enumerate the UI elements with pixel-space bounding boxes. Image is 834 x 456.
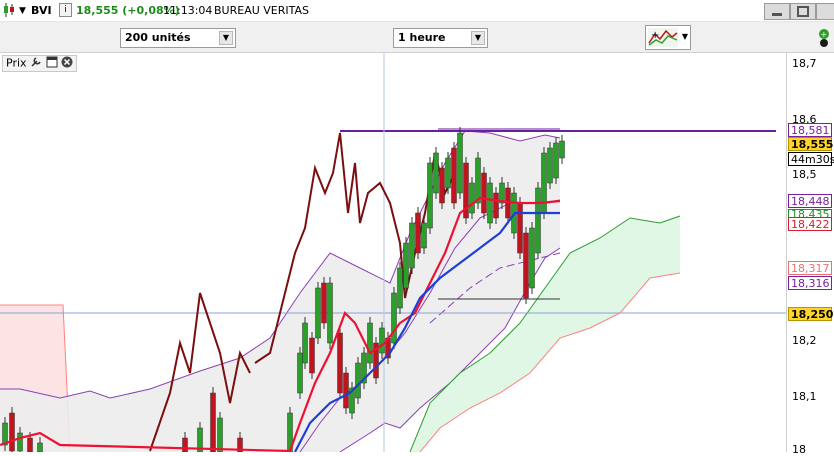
candle-body: [427, 162, 433, 229]
candle-body: [469, 182, 475, 214]
candle-body: [475, 157, 481, 204]
candle-body: [493, 192, 499, 219]
close-window-icon[interactable]: [816, 3, 834, 20]
close-icon[interactable]: [61, 56, 73, 71]
candle-body: [421, 222, 427, 249]
price-tag-kumo-bear: 18,317: [788, 261, 832, 275]
candle-body: [343, 372, 349, 409]
price-tag-upper-band: 18,581: [788, 123, 832, 137]
chevron-down-icon[interactable]: ▼: [219, 31, 233, 45]
axis-tick: 18,1: [792, 390, 817, 403]
candle-body: [523, 232, 529, 299]
svg-text:+: +: [651, 30, 659, 41]
candle-countdown: 44m30s: [788, 152, 834, 166]
window-icon[interactable]: [46, 56, 58, 71]
minimize-icon[interactable]: [764, 3, 790, 20]
candle-body: [415, 212, 421, 254]
indicators-button[interactable]: + ▼: [645, 25, 691, 50]
candle-body: [487, 182, 493, 224]
candle-body: [547, 147, 553, 184]
candle-body: [27, 437, 33, 453]
candle-body: [210, 392, 216, 453]
candle-body: [481, 172, 487, 214]
candle-body: [9, 412, 15, 452]
candle-body: [355, 362, 361, 399]
candle-body: [367, 322, 373, 364]
candle-body: [37, 442, 43, 453]
axis-tick: 18: [792, 443, 806, 456]
wrench-icon[interactable]: [30, 56, 42, 71]
units-select[interactable]: 200 unités ▼: [120, 28, 236, 48]
candle-body: [439, 167, 445, 204]
instrument-name: BUREAU VERITAS: [214, 4, 309, 17]
candle-body: [541, 152, 547, 214]
candle-body: [17, 432, 23, 452]
candle-body: [517, 202, 523, 254]
candle-body: [445, 157, 451, 189]
candle-body: [433, 152, 439, 194]
quote-time: 11:13:04: [163, 4, 213, 17]
candle-body: [451, 147, 457, 204]
axis-tick: 18,7: [792, 57, 817, 70]
candle-body: [391, 292, 397, 344]
chart-toolbar: 200 unités ▼ 1 heure ▼ + ▼ +: [0, 22, 834, 53]
info-icon[interactable]: i: [59, 3, 72, 17]
chart-indicators-icon: +: [648, 28, 678, 50]
candle-body: [337, 332, 343, 394]
candle-body: [315, 287, 321, 339]
symbol[interactable]: BVI: [31, 4, 52, 17]
candle-body: [553, 142, 559, 179]
period-select[interactable]: 1 heure ▼: [393, 28, 488, 48]
axis-tick: 18,2: [792, 334, 817, 347]
panel-label: Prix: [6, 56, 27, 70]
candle-body: [321, 282, 327, 324]
price-chart[interactable]: [0, 53, 786, 456]
candle-body: [217, 417, 223, 453]
svg-text:+: +: [821, 30, 828, 39]
period-select-value: 1 heure: [398, 31, 446, 44]
candle-body: [297, 352, 303, 394]
candle-body: [535, 187, 541, 254]
chevron-down-icon[interactable]: ▼: [471, 31, 485, 45]
candle-body: [309, 337, 315, 374]
price-tag-bollinger-mid: 18,448: [788, 194, 832, 208]
candle-body: [403, 242, 409, 289]
candlestick-icon[interactable]: [2, 2, 16, 21]
candle-body: [397, 267, 403, 309]
price-tag-lower-band: 18,316: [788, 276, 832, 290]
instrument-bar: ▼ BVI i 18,555 (+0,08%) 11:13:04 BUREAU …: [0, 0, 834, 22]
symbol-dropdown-arrow[interactable]: ▼: [19, 6, 26, 16]
candle-body: [559, 140, 565, 159]
candle-body: [302, 322, 308, 364]
candle-body: [457, 132, 463, 194]
price-tag-last: 18,555: [788, 137, 833, 151]
price-tag-horizontal-line: 18,250: [788, 307, 833, 321]
price-tag-tenkan: 18,422: [788, 217, 832, 231]
maximize-icon[interactable]: [790, 3, 816, 20]
candle-body: [529, 227, 535, 289]
candle-body: [379, 327, 385, 354]
candle-body: [182, 437, 188, 453]
units-select-value: 200 unités: [125, 31, 191, 44]
price-panel-header: Prix: [2, 55, 78, 72]
candle-body: [409, 222, 415, 269]
chevron-down-icon[interactable]: ▼: [682, 32, 688, 41]
zoom-tools-icon[interactable]: +: [818, 28, 832, 51]
candle-body: [327, 282, 333, 344]
axis-tick: 18,5: [792, 168, 817, 181]
